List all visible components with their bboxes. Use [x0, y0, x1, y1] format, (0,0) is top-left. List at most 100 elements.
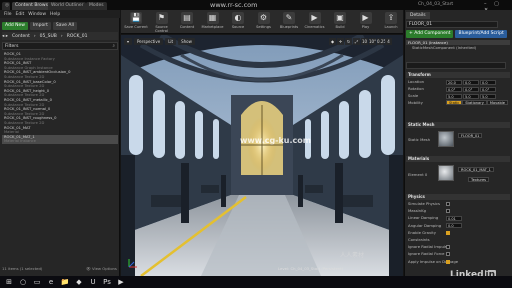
taskbar-app-icon[interactable]: U: [88, 277, 98, 287]
toolbar-cinematics-button[interactable]: ▶ Cinematics: [302, 12, 328, 29]
physics-prop-value[interactable]: [446, 251, 450, 257]
physics-prop-value[interactable]: [446, 208, 450, 214]
view-options-button[interactable]: 👁 View Options: [86, 266, 117, 271]
menu-window[interactable]: Window: [28, 12, 46, 17]
breadcrumb-current[interactable]: ROCK_01: [67, 34, 88, 39]
mobility-static[interactable]: Static: [446, 100, 463, 105]
menu-edit[interactable]: Edit: [16, 12, 25, 17]
mobility-stationary[interactable]: Stationary: [462, 100, 487, 105]
nav-back-icon[interactable]: ◂ ▸: [2, 34, 8, 39]
viewport-snap-toggle[interactable]: 10: [361, 38, 368, 45]
filters-button[interactable]: Filters: [5, 44, 19, 49]
taskbar-app-icon[interactable]: ▶: [116, 277, 126, 287]
tab-modes[interactable]: Modes: [86, 2, 107, 10]
mobility-movable[interactable]: Movable: [486, 100, 508, 105]
physics-prop-value[interactable]: 0.01: [446, 215, 463, 221]
material-dropdown[interactable]: ROCK_01_MAT_1: [458, 167, 494, 172]
number-field[interactable]: 0.01: [446, 215, 462, 221]
textures-dropdown[interactable]: Textures: [468, 177, 490, 182]
menu-help[interactable]: Help: [50, 12, 60, 17]
taskbar-app-icon[interactable]: e: [46, 277, 56, 287]
component-static-mesh[interactable]: StaticMeshComponent (Inherited): [406, 45, 510, 50]
location-x[interactable]: 20.0: [446, 79, 462, 85]
scale-x[interactable]: 5.0: [446, 93, 462, 99]
details-search-input[interactable]: [406, 62, 506, 69]
add-new-button[interactable]: Add New: [2, 21, 28, 30]
toolbar-marketplace-button[interactable]: ▦ Marketplace: [200, 12, 226, 29]
section-materials[interactable]: Materials: [406, 156, 510, 162]
section-static-mesh[interactable]: Static Mesh: [406, 122, 510, 128]
location-z[interactable]: 0.0: [480, 79, 496, 85]
scale-z[interactable]: 5.0: [480, 93, 496, 99]
asset-item[interactable]: ROCK_01_INST_metallic_0 Substance Texture…: [2, 98, 118, 107]
asset-item[interactable]: ROCK_01_INST_ambientOcclusion_0 Substance…: [2, 70, 118, 79]
physics-prop-value[interactable]: [446, 244, 450, 250]
taskbar-app-icon[interactable]: Ps: [102, 277, 112, 287]
taskbar-app-icon[interactable]: ⊞: [4, 277, 14, 287]
asset-item[interactable]: ROCK_01_MAT Material: [2, 126, 118, 135]
section-physics[interactable]: Physics: [406, 194, 510, 200]
viewport-snap-toggle[interactable]: 0.25: [377, 38, 386, 45]
asset-item[interactable]: ROCK_01_INST_normal_0 Substance Texture 2…: [2, 107, 118, 116]
section-transform[interactable]: Transform: [406, 72, 510, 78]
toolbar-blueprints-button[interactable]: ✎ Blueprints: [276, 12, 302, 29]
toolbar-save-current-button[interactable]: 💾 Save Current: [123, 12, 149, 29]
physics-prop-value[interactable]: [446, 201, 450, 207]
location-y[interactable]: 0.0: [463, 79, 479, 85]
checkbox[interactable]: [446, 245, 450, 250]
asset-item[interactable]: ROCK_01_INST_roughness_0 Substance Textur…: [2, 116, 118, 125]
checkbox[interactable]: [446, 252, 450, 257]
material-thumbnail[interactable]: [438, 165, 454, 181]
add-component-button[interactable]: + Add Component: [406, 30, 454, 38]
blueprint-button[interactable]: Blueprint/Add Script: [455, 30, 507, 38]
toolbar-content-button[interactable]: ▤ Content: [174, 12, 200, 29]
physics-prop-value[interactable]: [446, 230, 450, 236]
taskbar-app-icon[interactable]: ○: [18, 277, 28, 287]
checkbox[interactable]: [446, 259, 450, 264]
physics-prop-value[interactable]: [446, 259, 450, 265]
checkbox[interactable]: [446, 202, 450, 206]
rotation-z[interactable]: 0.0°: [480, 86, 496, 92]
asset-item[interactable]: ROCK_01_INST_height_0 Substance Texture 2…: [2, 89, 118, 98]
physics-prop-value[interactable]: 0.0: [446, 223, 463, 229]
level-viewport[interactable]: [121, 35, 403, 276]
breadcrumb-folder[interactable]: 05_SUB: [40, 34, 57, 39]
checkbox[interactable]: [446, 209, 450, 214]
viewport-snap-toggle[interactable]: 4: [385, 38, 392, 45]
save-all-button[interactable]: Save All: [52, 21, 77, 30]
viewport-snap-toggle[interactable]: ✛: [337, 38, 344, 45]
menu-file[interactable]: File: [4, 12, 12, 17]
rotation-x[interactable]: 0.0°: [446, 86, 462, 92]
object-name-field[interactable]: FLOOR_01: [406, 21, 498, 28]
viewport-snap-toggle[interactable]: ↻: [345, 38, 352, 45]
static-mesh-dropdown[interactable]: FLOOR_01: [458, 133, 483, 138]
toolbar-source-button[interactable]: ◐ Source: [225, 12, 251, 29]
taskbar-app-icon[interactable]: ◆: [74, 277, 84, 287]
toolbar-settings-button[interactable]: ⚙ Settings: [251, 12, 277, 29]
show-button[interactable]: Show: [178, 38, 195, 45]
asset-item[interactable]: ROCK_01 Substance Instance Factory: [2, 52, 118, 61]
viewport-snap-toggle[interactable]: ◆: [329, 38, 336, 45]
breadcrumb-content[interactable]: Content: [12, 34, 30, 39]
ue-logo-icon[interactable]: ◎: [2, 2, 10, 10]
import-button[interactable]: Import: [29, 21, 51, 30]
scale-y[interactable]: 5.0: [463, 93, 479, 99]
static-mesh-thumbnail[interactable]: [438, 131, 454, 147]
viewport-snap-toggle[interactable]: 10°: [369, 38, 376, 45]
taskbar-app-icon[interactable]: 📁: [60, 277, 70, 287]
rotation-y[interactable]: 0.0°: [463, 86, 479, 92]
lit-button[interactable]: Lit: [165, 38, 177, 45]
number-field[interactable]: 0.0: [446, 223, 462, 229]
asset-item[interactable]: ROCK_01_INST Substance Graph Instance: [2, 61, 118, 70]
checkbox[interactable]: [446, 230, 450, 235]
tab-world-outliner[interactable]: World Outliner: [48, 2, 87, 10]
asset-item[interactable]: ROCK_01_INST_baseColor_0 Substance Textur…: [2, 80, 118, 89]
tab-details[interactable]: Details: [406, 12, 430, 19]
toolbar-source-control-button[interactable]: ⚑ Source Control: [149, 12, 175, 33]
toolbar-launch-button[interactable]: ⇪ Launch: [378, 12, 404, 29]
toolbar-play-button[interactable]: ▶ Play: [353, 12, 379, 29]
toolbar-build-button[interactable]: ▣ Build: [327, 12, 353, 29]
taskbar-app-icon[interactable]: ▭: [32, 277, 42, 287]
perspective-button[interactable]: Perspective: [134, 38, 164, 45]
viewport-menu-icon[interactable]: ▾: [124, 38, 133, 45]
